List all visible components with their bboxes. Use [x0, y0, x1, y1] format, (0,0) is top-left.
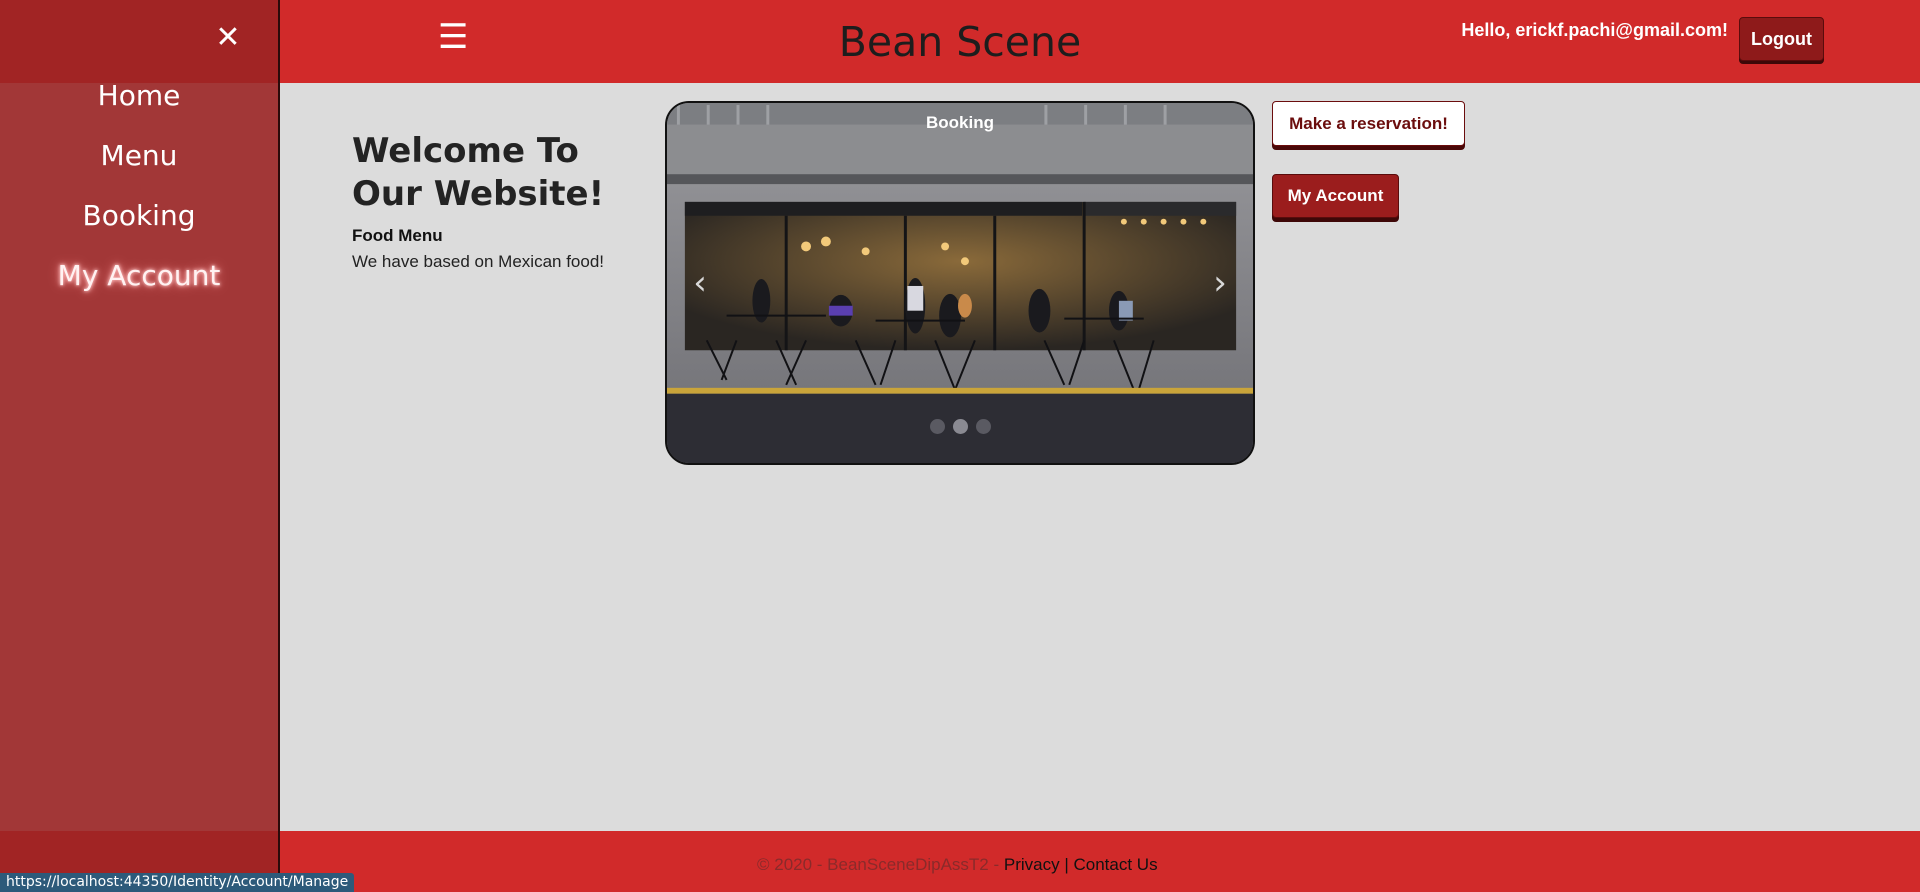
chevron-right-icon[interactable]: › — [1205, 263, 1235, 303]
footer-text: © 2020 - BeanSceneDipAssT2 - Privacy | C… — [757, 855, 1158, 875]
user-greeting[interactable]: Hello, erickf.pachi@gmail.com! — [1461, 20, 1728, 41]
top-navbar: ☰ Bean Scene Hello, erickf.pachi@gmail.c… — [0, 0, 1920, 83]
image-carousel: Booking ‹ › — [665, 101, 1255, 465]
sidebar-header: ✕ — [0, 0, 278, 83]
food-menu-text: We have based on Mexican food! — [352, 252, 605, 271]
sidebar-item-menu[interactable]: Menu — [0, 136, 278, 196]
restaurant-photo — [667, 103, 1253, 463]
hamburger-icon[interactable]: ☰ — [438, 20, 468, 54]
welcome-title: Welcome To Our Website! — [352, 131, 605, 214]
chevron-left-icon[interactable]: ‹ — [685, 263, 715, 303]
carousel-indicator[interactable] — [975, 419, 991, 434]
carousel-indicator-active[interactable] — [952, 419, 968, 434]
side-nav-list: Home Menu Booking My Account — [0, 76, 278, 316]
side-nav-panel: ✕ Home Menu Booking My Account — [0, 0, 280, 892]
footer-copyright: © 2020 - BeanSceneDipAssT2 - — [757, 855, 1004, 874]
logout-button[interactable]: Logout — [1739, 17, 1824, 61]
contact-us-link[interactable]: Contact Us — [1073, 855, 1157, 874]
sidebar-item-booking[interactable]: Booking — [0, 196, 278, 256]
carousel-indicators — [667, 419, 1253, 434]
footer-separator: | — [1059, 855, 1074, 874]
carousel-caption: Booking — [926, 113, 994, 132]
privacy-link[interactable]: Privacy — [1004, 855, 1060, 874]
my-account-button[interactable]: My Account — [1272, 174, 1399, 218]
food-menu-heading: Food Menu — [352, 226, 443, 245]
sidebar-item-home[interactable]: Home — [0, 76, 278, 136]
make-reservation-button[interactable]: Make a reservation! — [1272, 101, 1465, 146]
link-preview-status: https://localhost:44350/Identity/Account… — [0, 873, 355, 892]
carousel-indicator[interactable] — [929, 419, 945, 434]
sidebar-item-my-account[interactable]: My Account — [0, 256, 278, 316]
close-icon[interactable]: ✕ — [212, 22, 244, 54]
